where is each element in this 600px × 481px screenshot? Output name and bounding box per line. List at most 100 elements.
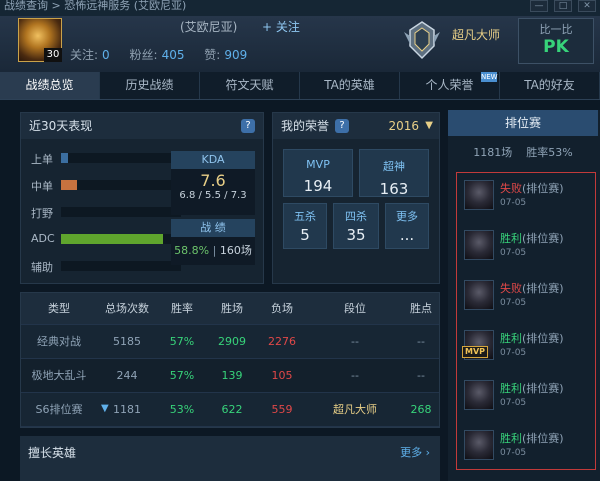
- year-select[interactable]: 2016: [388, 113, 419, 139]
- kda-label: KDA: [171, 151, 255, 169]
- match-result: 胜利(排位赛): [500, 230, 564, 246]
- table-header-cell: 段位: [344, 302, 366, 315]
- match-item[interactable]: MVP 胜利(排位赛) 07-05: [462, 326, 594, 374]
- chevron-down-icon[interactable]: ▼: [425, 113, 433, 139]
- table-cell: 超凡大师: [333, 403, 377, 416]
- tab-runes[interactable]: 符文天赋: [200, 72, 300, 99]
- table-header-cell: 负场: [271, 302, 293, 315]
- table-cell: --: [417, 369, 425, 382]
- glory-value: 35: [346, 226, 366, 244]
- table-cell: 极地大乱斗: [31, 369, 87, 382]
- ranked-sidebar: 排位赛 1181场 胜率53% 失败(排位赛) 07-05 胜利(排位赛) 07-05…: [448, 110, 600, 481]
- match-item[interactable]: 失败(排位赛) 07-05: [464, 276, 594, 324]
- recent-performance-panel: 近30天表现? 上单 中单 打野 ADC 辅助 KDA 7.6 6.8 / 5.5 / …: [20, 112, 264, 284]
- chevron-down-icon[interactable]: ▼: [101, 403, 109, 414]
- champion-avatar: [464, 230, 494, 260]
- kda-parts: 6.8 / 5.5 / 7.3: [179, 190, 247, 201]
- match-mode: (排位赛): [522, 182, 564, 195]
- lane-label: ADC: [31, 232, 55, 245]
- plus-icon: +: [262, 20, 276, 34]
- match-date: 07-05: [500, 448, 527, 458]
- champion-avatar: [464, 430, 494, 460]
- match-mode: (排位赛): [522, 232, 564, 245]
- lane-bar: [61, 234, 181, 244]
- glory-label: 超神: [383, 160, 405, 173]
- record-values: 58.8% | 160场: [171, 237, 255, 265]
- table-cell: 经典对战: [37, 335, 81, 348]
- glory-cell[interactable]: 更多...: [385, 203, 429, 249]
- table-cell: S6排位赛: [35, 403, 83, 416]
- lane-bar: [61, 180, 181, 190]
- table-cell: 622: [221, 403, 243, 416]
- table-row[interactable]: 经典对战 5185 57% 2909 2276 -- --: [21, 325, 439, 359]
- ranked-tab[interactable]: 排位赛: [448, 110, 598, 136]
- match-mode: (排位赛): [522, 332, 564, 345]
- glory-label: MVP: [306, 158, 330, 171]
- match-result-text: 胜利: [500, 382, 522, 395]
- glory-cell[interactable]: MVP 194: [283, 149, 353, 197]
- champion-avatar: [464, 280, 494, 310]
- lane-bar: [61, 261, 181, 271]
- match-date: 07-05: [500, 348, 527, 358]
- champion-avatar: [464, 180, 494, 210]
- help-icon[interactable]: ?: [335, 119, 349, 133]
- match-result-text: 胜利: [500, 432, 522, 445]
- lane-label: 中单: [31, 180, 53, 193]
- table-cell: 53%: [169, 403, 195, 416]
- record-label: 战 绩: [171, 219, 255, 237]
- table-cell: --: [417, 335, 425, 348]
- match-item[interactable]: 胜利(排位赛) 07-05: [464, 376, 594, 424]
- table-cell: 139: [221, 369, 243, 382]
- table-cell: 2909: [218, 335, 246, 348]
- tab-honors[interactable]: 个人荣誉 NEW: [400, 72, 500, 99]
- panel-title: 我的荣誉: [281, 119, 330, 133]
- glory-cell[interactable]: 超神 163: [359, 149, 429, 198]
- match-result-text: 失败: [500, 182, 522, 195]
- help-icon[interactable]: ?: [241, 119, 255, 133]
- glory-cell[interactable]: 五杀 5: [283, 203, 327, 249]
- tab-history[interactable]: 历史战绩: [100, 72, 200, 99]
- kda-box: KDA 7.6 6.8 / 5.5 / 7.3 战 绩 58.8% | 160场: [171, 151, 255, 279]
- maximize-button[interactable]: □: [554, 0, 572, 12]
- window-controls: — □ ✕: [530, 0, 596, 14]
- tab-bar: 战绩总览 历史战绩 符文天赋 TA的英雄 个人荣誉 NEW TA的好友: [0, 72, 600, 100]
- table-cell: --: [351, 369, 359, 382]
- match-date: 07-05: [500, 198, 527, 208]
- match-date: 07-05: [500, 248, 527, 258]
- more-link[interactable]: 更多 ›: [400, 444, 430, 460]
- champion-avatar: [464, 380, 494, 410]
- new-badge: NEW: [481, 72, 498, 82]
- panel-title: 近30天表现: [29, 119, 93, 133]
- tab-friends[interactable]: TA的好友: [500, 72, 600, 99]
- glory-label: 四杀: [345, 210, 367, 223]
- match-result: 胜利(排位赛): [500, 430, 564, 446]
- minimize-button[interactable]: —: [530, 0, 548, 12]
- close-button[interactable]: ✕: [578, 0, 596, 12]
- profile-header: 30 (艾欧尼亚) + 关注 关注: 0 粉丝: 405 赞: 909 超凡大师 比一…: [0, 16, 600, 72]
- match-item[interactable]: 胜利(排位赛) 07-05: [464, 226, 594, 274]
- best-heroes-header: 擅长英雄 更多 ›: [20, 436, 440, 481]
- match-item[interactable]: 胜利(排位赛) 07-05: [464, 426, 594, 474]
- pk-label: PK: [543, 37, 569, 57]
- glory-value: 5: [300, 226, 310, 244]
- table-cell: 244: [116, 369, 138, 382]
- table-row[interactable]: 极地大乱斗 244 57% 139 105 -- --: [21, 359, 439, 393]
- match-date: 07-05: [500, 398, 527, 408]
- table-header-cell: 胜场: [221, 302, 243, 315]
- tab-heroes[interactable]: TA的英雄: [300, 72, 400, 99]
- match-item[interactable]: 失败(排位赛) 07-05: [464, 176, 594, 224]
- table-header-cell: 总场次数: [105, 302, 149, 315]
- level-badge: 30: [44, 48, 62, 62]
- table-row[interactable]: S6排位赛 1181 53% 622 559 超凡大师 268 ▼: [21, 393, 439, 427]
- follow-button[interactable]: + 关注: [262, 18, 300, 35]
- match-result: 失败(排位赛): [500, 280, 564, 296]
- glory-cell[interactable]: 四杀 35: [333, 203, 379, 249]
- table-header-cell: 胜点: [410, 302, 432, 315]
- table-cell: 2276: [268, 335, 296, 348]
- lane-label: 打野: [31, 207, 53, 220]
- glory-label: 五杀: [294, 210, 316, 223]
- tab-overview[interactable]: 战绩总览: [0, 72, 100, 99]
- lane-bar-fill: [61, 180, 77, 190]
- pk-button[interactable]: 比一比 PK: [518, 18, 594, 64]
- glory-value: ...: [399, 226, 415, 244]
